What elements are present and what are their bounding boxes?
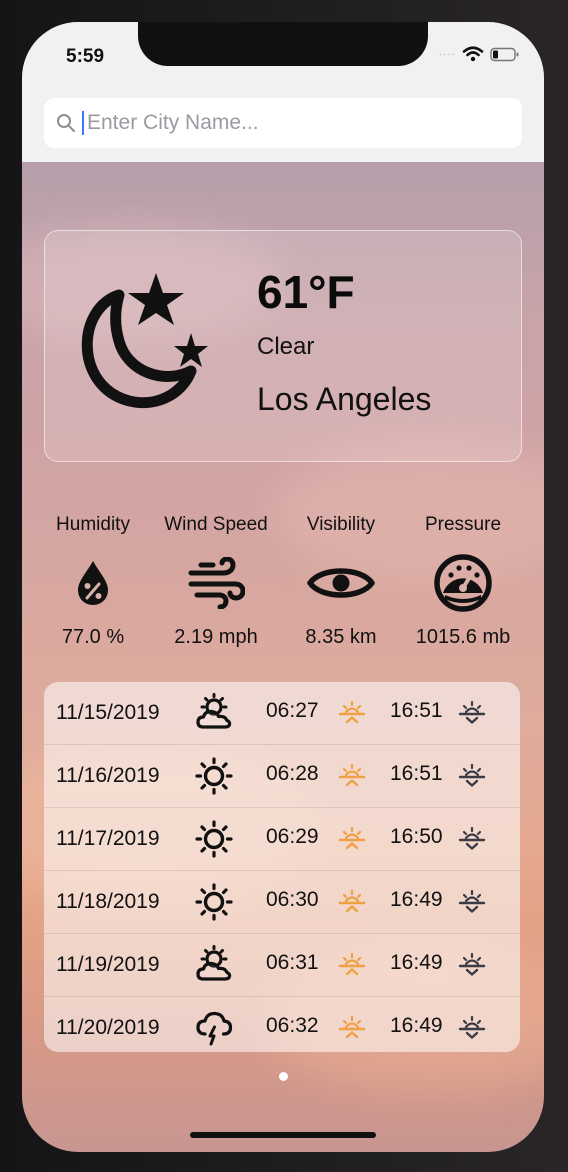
notch [138, 22, 428, 66]
sunrise-icon [338, 1015, 366, 1041]
sunset-icon [458, 700, 486, 726]
sunset-time: 16:51 [390, 699, 443, 722]
sun-icon [194, 882, 234, 922]
stat-pressure: Pressure 1015.6 mb [398, 514, 528, 649]
forecast-date: 11/19/2019 [56, 953, 160, 976]
forecast-row[interactable]: 11/17/2019 06:29 16:50 [44, 808, 520, 871]
gauge-icon [398, 552, 528, 614]
forecast-date: 11/16/2019 [56, 764, 160, 787]
stat-wind-speed: Wind Speed 2.19 mph [151, 514, 281, 649]
current-weather-card: 61°F Clear Los Angeles [44, 230, 522, 462]
page-indicator-dot[interactable] [279, 1072, 288, 1081]
rain-cloud-icon [194, 1008, 234, 1048]
forecast-date: 11/17/2019 [56, 827, 160, 850]
sunset-time: 16:49 [390, 951, 443, 974]
sunrise-time: 06:31 [266, 951, 319, 974]
sunset-icon [458, 889, 486, 915]
sunrise-icon [338, 889, 366, 915]
humidity-drop-icon [28, 552, 158, 614]
forecast-date: 11/20/2019 [56, 1016, 160, 1039]
current-temperature: 61°F [257, 266, 355, 318]
sunset-icon [458, 1015, 486, 1041]
status-icons: ···· [439, 44, 520, 64]
stat-value: 2.19 mph [174, 626, 258, 648]
sunrise-time: 06:29 [266, 825, 319, 848]
sunrise-icon [338, 952, 366, 978]
stat-label: Visibility [306, 514, 376, 535]
forecast-row[interactable]: 11/15/2019 06:27 16:51 [44, 682, 520, 745]
sunset-time: 16:49 [390, 1014, 443, 1037]
status-time: 5:59 [66, 46, 105, 67]
forecast-row[interactable]: 11/18/2019 06:30 16:49 [44, 871, 520, 934]
current-condition: Clear [257, 333, 315, 360]
stat-value: 77.0 % [61, 626, 125, 648]
phone-screen: 5:59 ···· Enter City Name... 61°F Clear … [22, 22, 544, 1152]
sunrise-time: 06:30 [266, 888, 319, 911]
text-cursor [82, 111, 84, 135]
stat-label: Humidity [56, 514, 130, 535]
sunrise-time: 06:32 [266, 1014, 319, 1037]
stat-value: 8.35 km [305, 626, 377, 648]
sunrise-icon [338, 700, 366, 726]
sunrise-icon [338, 826, 366, 852]
sunrise-time: 06:27 [266, 699, 319, 722]
stat-visibility: Visibility 8.35 km [276, 514, 406, 649]
eye-icon [276, 552, 406, 614]
header-bar: 5:59 ···· [22, 22, 544, 162]
sunset-icon [458, 952, 486, 978]
forecast-row[interactable]: 11/19/2019 06:31 16:49 [44, 934, 520, 997]
moon-stars-icon [81, 273, 208, 409]
battery-icon [490, 47, 519, 61]
forecast-date: 11/18/2019 [56, 890, 160, 913]
search-bar[interactable] [44, 98, 522, 148]
sunset-time: 16:49 [390, 888, 443, 911]
partly-cloudy-icon [194, 945, 234, 985]
stat-label: Wind Speed [164, 514, 268, 535]
search-icon [56, 113, 76, 133]
wifi-icon [462, 46, 484, 62]
forecast-date: 11/15/2019 [56, 701, 160, 724]
signal-icon: ···· [438, 48, 456, 60]
sunrise-time: 06:28 [266, 762, 319, 785]
forecast-list: 11/15/2019 06:27 16:51 11/16/2019 06:28 … [44, 682, 520, 1052]
forecast-row[interactable]: 11/16/2019 06:28 16:51 [44, 745, 520, 808]
stat-humidity: Humidity 77.0 % [28, 514, 158, 649]
sunset-time: 16:51 [390, 762, 443, 785]
sun-icon [194, 819, 234, 859]
stat-value: 1015.6 mb [415, 626, 511, 648]
current-city: Los Angeles [257, 381, 432, 417]
sunset-icon [458, 763, 486, 789]
partly-cloudy-icon [194, 693, 234, 733]
sunset-icon [458, 826, 486, 852]
city-search-input[interactable] [85, 110, 489, 136]
home-indicator[interactable] [190, 1132, 376, 1138]
stat-label: Pressure [424, 514, 502, 535]
wind-icon [151, 552, 281, 614]
sunset-time: 16:50 [390, 825, 443, 848]
forecast-row[interactable]: 11/20/2019 06:32 16:49 [44, 997, 520, 1052]
sunrise-icon [338, 763, 366, 789]
sun-icon [194, 756, 234, 796]
